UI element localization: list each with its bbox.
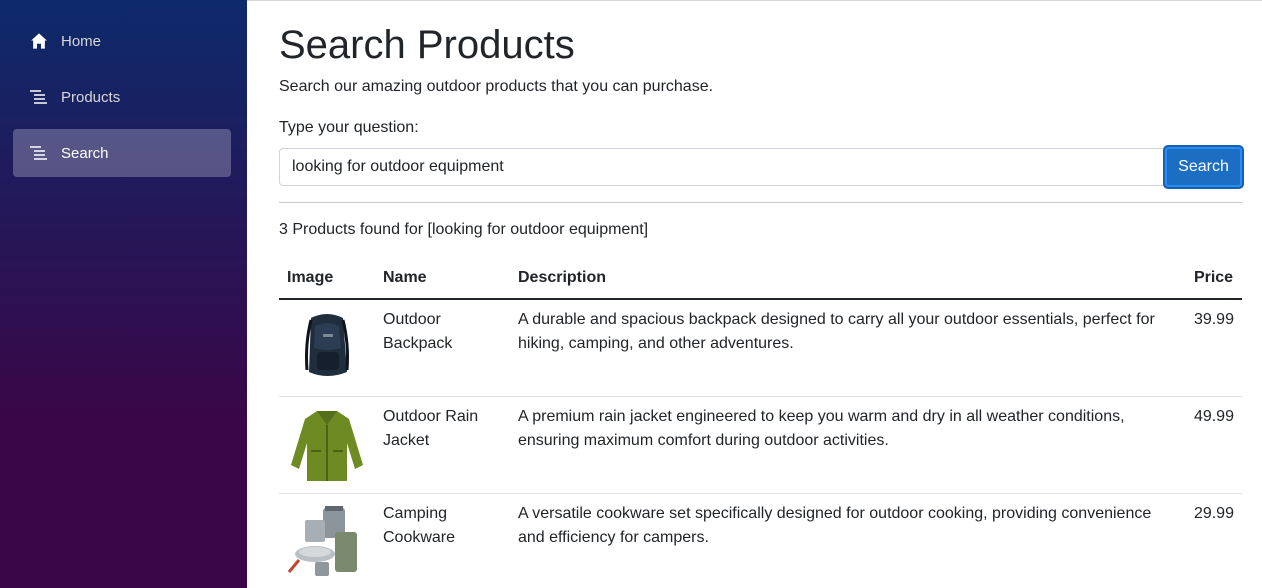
search-button[interactable]: Search (1164, 146, 1243, 188)
search-input[interactable] (279, 148, 1165, 186)
sidebar-item-label: Search (61, 144, 109, 162)
sidebar-item-label: Home (61, 32, 102, 50)
results-table: Image Name Description Price Outdoor Bac… (279, 258, 1242, 588)
page-lead: Search our amazing outdoor products that… (279, 78, 714, 95)
product-description: A versatile cookware set specifically de… (517, 505, 1152, 546)
question-label: Type your question: (279, 119, 419, 136)
product-price: 29.99 (1193, 505, 1234, 522)
cookware-image (287, 502, 367, 582)
list-icon (29, 143, 49, 163)
table-row: Outdoor Rain Jacket A premium rain jacke… (279, 396, 1242, 494)
sidebar: Home Products Search (0, 0, 247, 588)
product-name: Outdoor Backpack (375, 299, 510, 397)
product-image-cell (279, 494, 375, 588)
table-header-row: Image Name Description Price (279, 258, 1242, 300)
product-price: 49.99 (1185, 396, 1242, 494)
table-row: Outdoor Backpack A durable and spacious … (279, 299, 1242, 397)
product-description: A durable and spacious backpack designed… (509, 299, 1186, 397)
product-description: A premium rain jacket engineered to keep… (509, 396, 1186, 494)
sidebar-item-search[interactable]: Search (13, 129, 231, 177)
column-header-name: Name (375, 258, 510, 300)
column-header-description: Description (509, 258, 1186, 300)
list-icon (29, 87, 49, 107)
home-icon (29, 31, 49, 51)
sidebar-item-home[interactable]: Home (13, 17, 231, 65)
result-summary: 3 Products found for [looking for outdoo… (279, 221, 649, 238)
main-content: Search Products Search our amazing outdo… (247, 0, 1262, 588)
page-title: Search Products (279, 23, 575, 67)
product-price: 39.99 (1185, 299, 1242, 397)
column-header-price: Price (1185, 258, 1242, 300)
product-name: Camping Cookware (383, 505, 456, 546)
product-image-cell (279, 396, 375, 494)
product-image-cell (279, 299, 375, 397)
divider (279, 202, 1242, 203)
table-row: Camping Cookware A versatile cookware se… (279, 494, 1242, 588)
product-name: Outdoor Rain Jacket (375, 396, 510, 494)
sidebar-item-products[interactable]: Products (13, 73, 231, 121)
sidebar-item-label: Products (61, 88, 121, 106)
backpack-image (287, 308, 367, 388)
column-header-image: Image (279, 258, 375, 300)
rain-jacket-image (287, 405, 367, 485)
